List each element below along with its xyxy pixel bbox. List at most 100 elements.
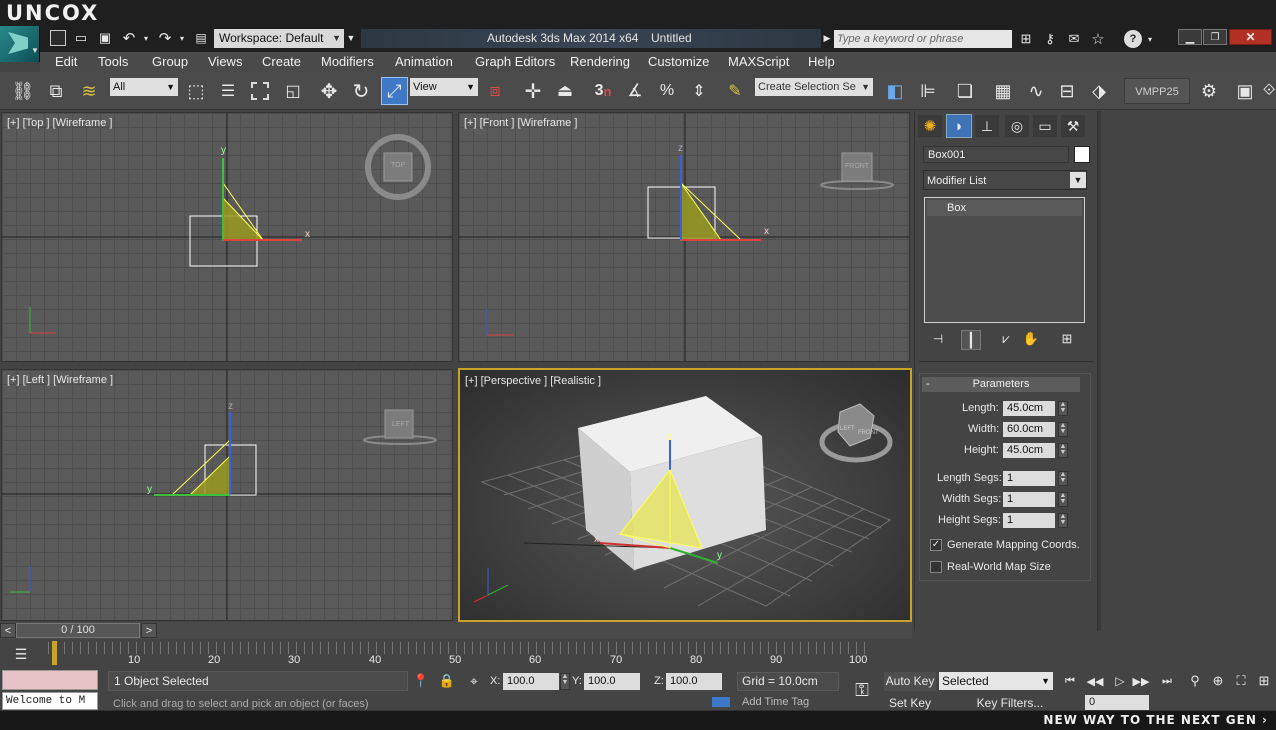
save-file-icon[interactable]: ▣: [97, 30, 113, 46]
vmpp-button[interactable]: VMPP25: [1124, 78, 1190, 104]
align-icon[interactable]: ⊫: [915, 78, 941, 104]
zoom-icon[interactable]: ⚲: [1185, 672, 1205, 690]
height-field[interactable]: 45.0cm: [1003, 443, 1055, 458]
open-mini-curve-editor-icon[interactable]: ☰: [10, 645, 32, 663]
viewcube-left-label[interactable]: LEFT: [392, 421, 409, 428]
mirror-icon[interactable]: ◧: [882, 78, 908, 104]
restore-icon[interactable]: ❐: [1203, 29, 1227, 45]
previous-frame-icon[interactable]: ◀◀: [1085, 672, 1105, 690]
rendered-frame-window-icon[interactable]: ▣: [1232, 78, 1258, 104]
favorites-star-icon[interactable]: ☆: [1089, 30, 1107, 48]
y-coord-field[interactable]: 100.0: [584, 673, 640, 690]
viewport-left[interactable]: [+] [Left ] [Wireframe ] z y LEFT: [1, 369, 453, 621]
select-and-scale-icon[interactable]: ⤢: [381, 77, 408, 105]
key-selection-select[interactable]: Selected ▼: [939, 672, 1053, 690]
menu-animation[interactable]: Animation: [395, 52, 453, 72]
reference-coordinate-select[interactable]: View ▼: [410, 78, 478, 96]
configure-modifier-sets-icon[interactable]: ⊞: [1058, 330, 1076, 348]
maxscript-listener-white[interactable]: Welcome to M: [2, 692, 98, 710]
render-setup-icon[interactable]: ⚙: [1196, 78, 1222, 104]
help-icon[interactable]: ?: [1124, 30, 1142, 48]
undo-icon[interactable]: ↶: [120, 29, 138, 47]
rollout-header[interactable]: - Parameters: [922, 377, 1080, 392]
width-segs-spinner[interactable]: ▲ ▼: [1058, 492, 1068, 507]
unlink-selection-icon[interactable]: ⧉: [43, 78, 69, 104]
make-unique-icon[interactable]: ⩗: [997, 330, 1015, 348]
schematic-view-icon[interactable]: ⊟: [1054, 78, 1080, 104]
redo-dropdown-icon[interactable]: ▾: [177, 31, 187, 45]
width-segs-field[interactable]: 1: [1003, 492, 1055, 507]
search-input[interactable]: Type a keyword or phrase: [834, 30, 1012, 48]
height-segs-field[interactable]: 1: [1003, 513, 1055, 528]
new-file-icon[interactable]: [50, 30, 66, 46]
undo-dropdown-icon[interactable]: ▾: [141, 31, 151, 45]
viewcube-left-label[interactable]: LEFT: [840, 426, 855, 432]
utilities-tab-icon[interactable]: ⚒: [1061, 115, 1085, 137]
minimize-icon[interactable]: ▁: [1178, 29, 1202, 45]
go-to-start-icon[interactable]: ⏮: [1060, 672, 1080, 690]
length-spinner[interactable]: ▲ ▼: [1058, 401, 1068, 416]
viewport-perspective[interactable]: [+] [Perspective ] [Realistic ] x y z LE…: [458, 368, 912, 622]
generate-mapping-checkbox[interactable]: ✓: [930, 539, 942, 551]
redo-icon[interactable]: ↷: [156, 29, 174, 47]
menu-customize[interactable]: Customize: [648, 52, 709, 72]
key-filters-button[interactable]: Key Filters...: [968, 696, 1052, 710]
edit-named-selection-icon[interactable]: ✎: [722, 78, 748, 104]
auto-key-button[interactable]: Auto Key: [884, 672, 936, 691]
remove-modifier-icon[interactable]: ✋: [1022, 330, 1040, 348]
keyboard-shortcut-override-icon[interactable]: ⏏: [552, 78, 578, 104]
modifier-list-select[interactable]: Modifier List ▼: [923, 170, 1087, 190]
expand-arrow-icon[interactable]: ▶: [822, 31, 832, 45]
next-frame-icon[interactable]: ▶▶: [1131, 672, 1151, 690]
time-slider-thumb[interactable]: 0 / 100: [16, 623, 140, 638]
width-spinner[interactable]: ▲ ▼: [1058, 422, 1068, 437]
select-and-rotate-icon[interactable]: ↻: [348, 78, 374, 104]
pin-stack-icon[interactable]: ⊣: [929, 330, 947, 348]
modifier-stack[interactable]: Box: [924, 197, 1085, 323]
menu-edit[interactable]: Edit: [55, 52, 77, 72]
length-segs-spinner[interactable]: ▲ ▼: [1058, 471, 1068, 486]
material-editor-icon[interactable]: ⬗: [1086, 78, 1112, 104]
app-menu-dropdown-icon[interactable]: ▼: [31, 46, 39, 55]
height-segs-spinner[interactable]: ▲ ▼: [1058, 513, 1068, 528]
selection-filter-select[interactable]: All ▼: [110, 78, 178, 96]
zoom-extents-all-icon[interactable]: ⊞: [1254, 672, 1274, 690]
stack-item-box[interactable]: Box: [927, 200, 1082, 216]
height-spinner[interactable]: ▲ ▼: [1058, 443, 1068, 458]
select-object-icon[interactable]: ⬚: [183, 78, 209, 104]
track-bar[interactable]: ☰ 10 20 30 40 50 60 70 80 90 100: [0, 640, 912, 670]
time-slider-prev-button[interactable]: <: [0, 623, 16, 638]
maxscript-listener-pink[interactable]: [2, 670, 98, 690]
subscription-key-icon[interactable]: ⚷: [1041, 30, 1059, 48]
viewcube-front-label[interactable]: FRONT: [858, 430, 879, 436]
menu-maxscript[interactable]: MAXScript: [728, 52, 789, 72]
length-segs-field[interactable]: 1: [1003, 471, 1055, 486]
object-name-field[interactable]: Box001: [923, 146, 1069, 163]
motion-tab-icon[interactable]: ◎: [1005, 115, 1029, 137]
named-selection-set-select[interactable]: Create Selection Se ▼: [755, 78, 873, 96]
add-time-tag[interactable]: Add Time Tag: [712, 696, 832, 710]
x-coord-field[interactable]: 100.0: [503, 673, 559, 690]
show-end-result-icon[interactable]: ┃: [961, 330, 981, 350]
real-world-map-size-checkbox[interactable]: [930, 561, 942, 573]
binoculars-icon[interactable]: ⊞: [1017, 30, 1035, 48]
angle-snap-icon[interactable]: ∡: [622, 78, 648, 104]
bind-to-space-warp-icon[interactable]: ≋: [76, 78, 102, 104]
percent-snap-icon[interactable]: %: [654, 78, 680, 104]
project-folder-icon[interactable]: ▤: [192, 30, 210, 46]
spinner-snap-icon[interactable]: ⇕: [686, 78, 712, 104]
communication-center-icon[interactable]: ✉: [1065, 30, 1083, 48]
modify-tab-icon[interactable]: ◗: [946, 114, 972, 138]
curve-editor-icon[interactable]: ∿: [1023, 78, 1049, 104]
width-field[interactable]: 60.0cm: [1003, 422, 1055, 437]
render-production-icon[interactable]: ⟐: [1262, 78, 1276, 104]
application-button[interactable]: [0, 26, 40, 62]
rectangular-selection-icon[interactable]: [247, 78, 273, 104]
length-field[interactable]: 45.0cm: [1003, 401, 1055, 416]
snaps-toggle-icon[interactable]: 3n: [590, 78, 616, 104]
current-frame-field[interactable]: 0: [1085, 695, 1149, 710]
window-crossing-icon[interactable]: ◱: [280, 78, 306, 104]
time-slider-next-button[interactable]: >: [141, 623, 157, 638]
selection-lock-icon[interactable]: 🔒: [439, 672, 455, 690]
select-and-link-icon[interactable]: ⛓: [10, 78, 36, 104]
